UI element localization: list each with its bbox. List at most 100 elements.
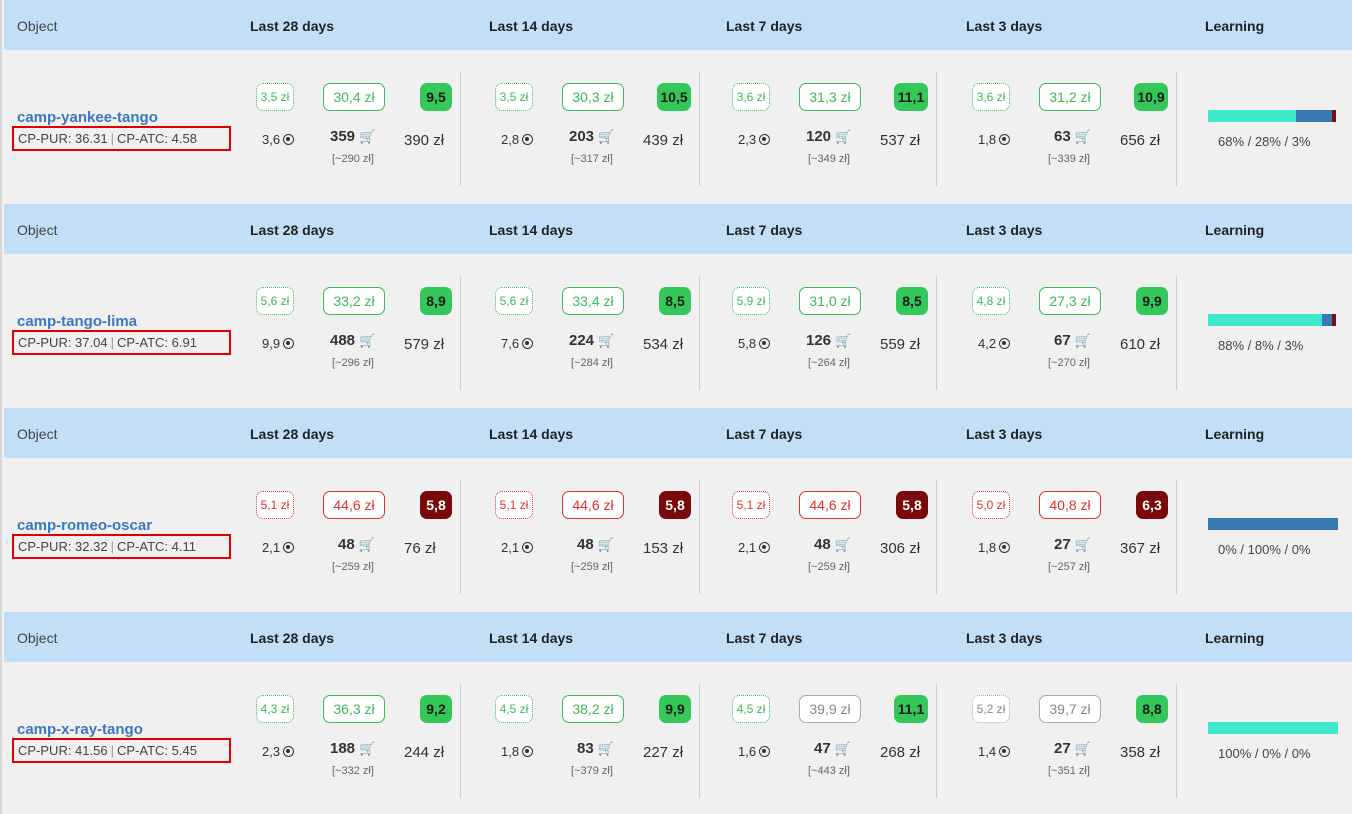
cp-pur-value: CP-PUR: 32.32 — [18, 539, 108, 554]
target-dot-icon — [999, 338, 1011, 349]
score-badge: 5,8 — [659, 491, 691, 519]
spend-value: 358 zł — [1120, 744, 1161, 761]
table-header: Object Last 28 days Last 14 days Last 7 day… — [4, 204, 1352, 254]
cpa-pill: 33,4 zł — [562, 287, 624, 315]
cpa-pill: 38,2 zł — [562, 695, 624, 723]
purchases-count: 120 🛒 — [806, 128, 851, 145]
cpa-pill: 40,8 zł — [1039, 491, 1101, 519]
purchases-text: 120 — [806, 128, 832, 145]
learning-segment — [1208, 518, 1338, 530]
target-dot-icon — [522, 542, 534, 553]
frequency-text: 1,8 — [501, 744, 520, 759]
score-badge: 11,1 — [894, 83, 928, 111]
frequency-text: 2,1 — [262, 540, 281, 555]
column-divider — [699, 480, 700, 594]
spend-value: 559 zł — [880, 336, 921, 353]
table-row: camp-tango-lima CP-PUR: 37.04 | CP-ATC: 6.9… — [4, 254, 1352, 408]
separator: | — [110, 131, 114, 146]
shopping-cart-icon: 🛒 — [598, 333, 615, 348]
separator: | — [110, 539, 114, 554]
cpc-pill: 5,1 zł — [256, 491, 294, 519]
campaign-name-link[interactable]: camp-romeo-oscar — [17, 517, 152, 534]
cpc-pill: 5,1 zł — [732, 491, 770, 519]
learning-percentages: 100% / 0% / 0% — [1218, 746, 1311, 761]
cpc-pill: 5,0 zł — [972, 491, 1010, 519]
column-divider — [460, 72, 461, 186]
score-badge: 8,9 — [420, 287, 452, 315]
cost-per-purchase: [~259 zł] — [332, 561, 374, 573]
frequency-text: 2,8 — [501, 132, 520, 147]
cp-atc-value: CP-ATC: 6.91 — [116, 335, 197, 350]
target-dot-icon — [283, 134, 295, 145]
frequency-value: 3,6 — [262, 132, 295, 147]
frequency-value: 1,8 — [501, 744, 534, 759]
frequency-value: 1,8 — [978, 132, 1011, 147]
score-badge: 5,8 — [896, 491, 928, 519]
cpc-pill: 3,5 zł — [256, 83, 294, 111]
purchases-count: 48 🛒 — [577, 536, 614, 553]
campaign-name-link[interactable]: camp-tango-lima — [17, 313, 137, 330]
purchases-text: 27 — [1054, 536, 1071, 553]
column-divider — [1176, 72, 1177, 186]
frequency-value: 2,1 — [738, 540, 771, 555]
header-period: Last 28 days — [250, 426, 335, 442]
cpa-pill: 44,6 zł — [799, 491, 861, 519]
shopping-cart-icon: 🛒 — [834, 537, 851, 552]
learning-segment — [1208, 314, 1322, 326]
header-object: Object — [17, 426, 58, 442]
column-divider — [699, 276, 700, 390]
campaign-table: Object Last 28 days Last 14 days Last 7 day… — [0, 0, 1352, 814]
score-badge: 8,8 — [1136, 695, 1168, 723]
spend-value: 76 zł — [404, 540, 436, 557]
cost-per-purchase: [~317 zł] — [571, 153, 613, 165]
header-period: Last 14 days — [489, 426, 574, 442]
purchases-text: 63 — [1054, 128, 1071, 145]
cost-per-purchase: [~264 zł] — [808, 357, 850, 369]
purchases-count: 48 🛒 — [814, 536, 851, 553]
header-period: Last 14 days — [489, 630, 574, 646]
cpa-pill: 39,9 zł — [799, 695, 861, 723]
frequency-text: 1,6 — [738, 744, 757, 759]
purchases-text: 203 — [569, 128, 595, 145]
cost-per-purchase: [~259 zł] — [571, 561, 613, 573]
cp-atc-value: CP-ATC: 5.45 — [116, 743, 197, 758]
header-object: Object — [17, 630, 58, 646]
purchases-count: 83 🛒 — [577, 740, 614, 757]
campaign-name-link[interactable]: camp-yankee-tango — [17, 109, 158, 126]
frequency-text: 1,8 — [978, 132, 997, 147]
purchases-count: 359 🛒 — [330, 128, 375, 145]
spend-value: 244 zł — [404, 744, 445, 761]
cost-per-purchase: [~379 zł] — [571, 765, 613, 777]
purchases-text: 67 — [1054, 332, 1071, 349]
spend-value: 227 zł — [643, 744, 684, 761]
cpa-pill: 36,3 zł — [323, 695, 385, 723]
cost-per-metrics: CP-PUR: 36.31 | CP-ATC: 4.58 — [12, 126, 231, 151]
header-period: Last 28 days — [250, 18, 335, 34]
header-period: Last 28 days — [250, 222, 335, 238]
cpc-pill: 3,5 zł — [495, 83, 533, 111]
target-dot-icon — [999, 542, 1011, 553]
table-header: Object Last 28 days Last 14 days Last 7 day… — [4, 612, 1352, 662]
cpc-pill: 3,6 zł — [972, 83, 1010, 111]
purchases-text: 27 — [1054, 740, 1071, 757]
learning-segment — [1208, 722, 1338, 734]
header-period: Last 7 days — [726, 222, 803, 238]
header-period: Last 3 days — [966, 426, 1043, 442]
shopping-cart-icon: 🛒 — [835, 333, 852, 348]
purchases-count: 27 🛒 — [1054, 740, 1091, 757]
cost-per-purchase: [~257 zł] — [1048, 561, 1090, 573]
shopping-cart-icon: 🛒 — [359, 741, 376, 756]
cp-pur-value: CP-PUR: 41.56 — [18, 743, 108, 758]
score-badge: 5,8 — [420, 491, 452, 519]
campaign-name-link[interactable]: camp-x-ray-tango — [17, 721, 143, 738]
spend-value: 534 zł — [643, 336, 684, 353]
learning-percentages: 0% / 100% / 0% — [1218, 542, 1311, 557]
purchases-text: 83 — [577, 740, 594, 757]
purchases-text: 488 — [330, 332, 356, 349]
frequency-value: 9,9 — [262, 336, 295, 351]
frequency-value: 2,1 — [501, 540, 534, 555]
header-period: Last 3 days — [966, 630, 1043, 646]
campaign-block: Object Last 28 days Last 14 days Last 7 day… — [4, 204, 1352, 408]
target-dot-icon — [999, 746, 1011, 757]
frequency-value: 2,3 — [738, 132, 771, 147]
